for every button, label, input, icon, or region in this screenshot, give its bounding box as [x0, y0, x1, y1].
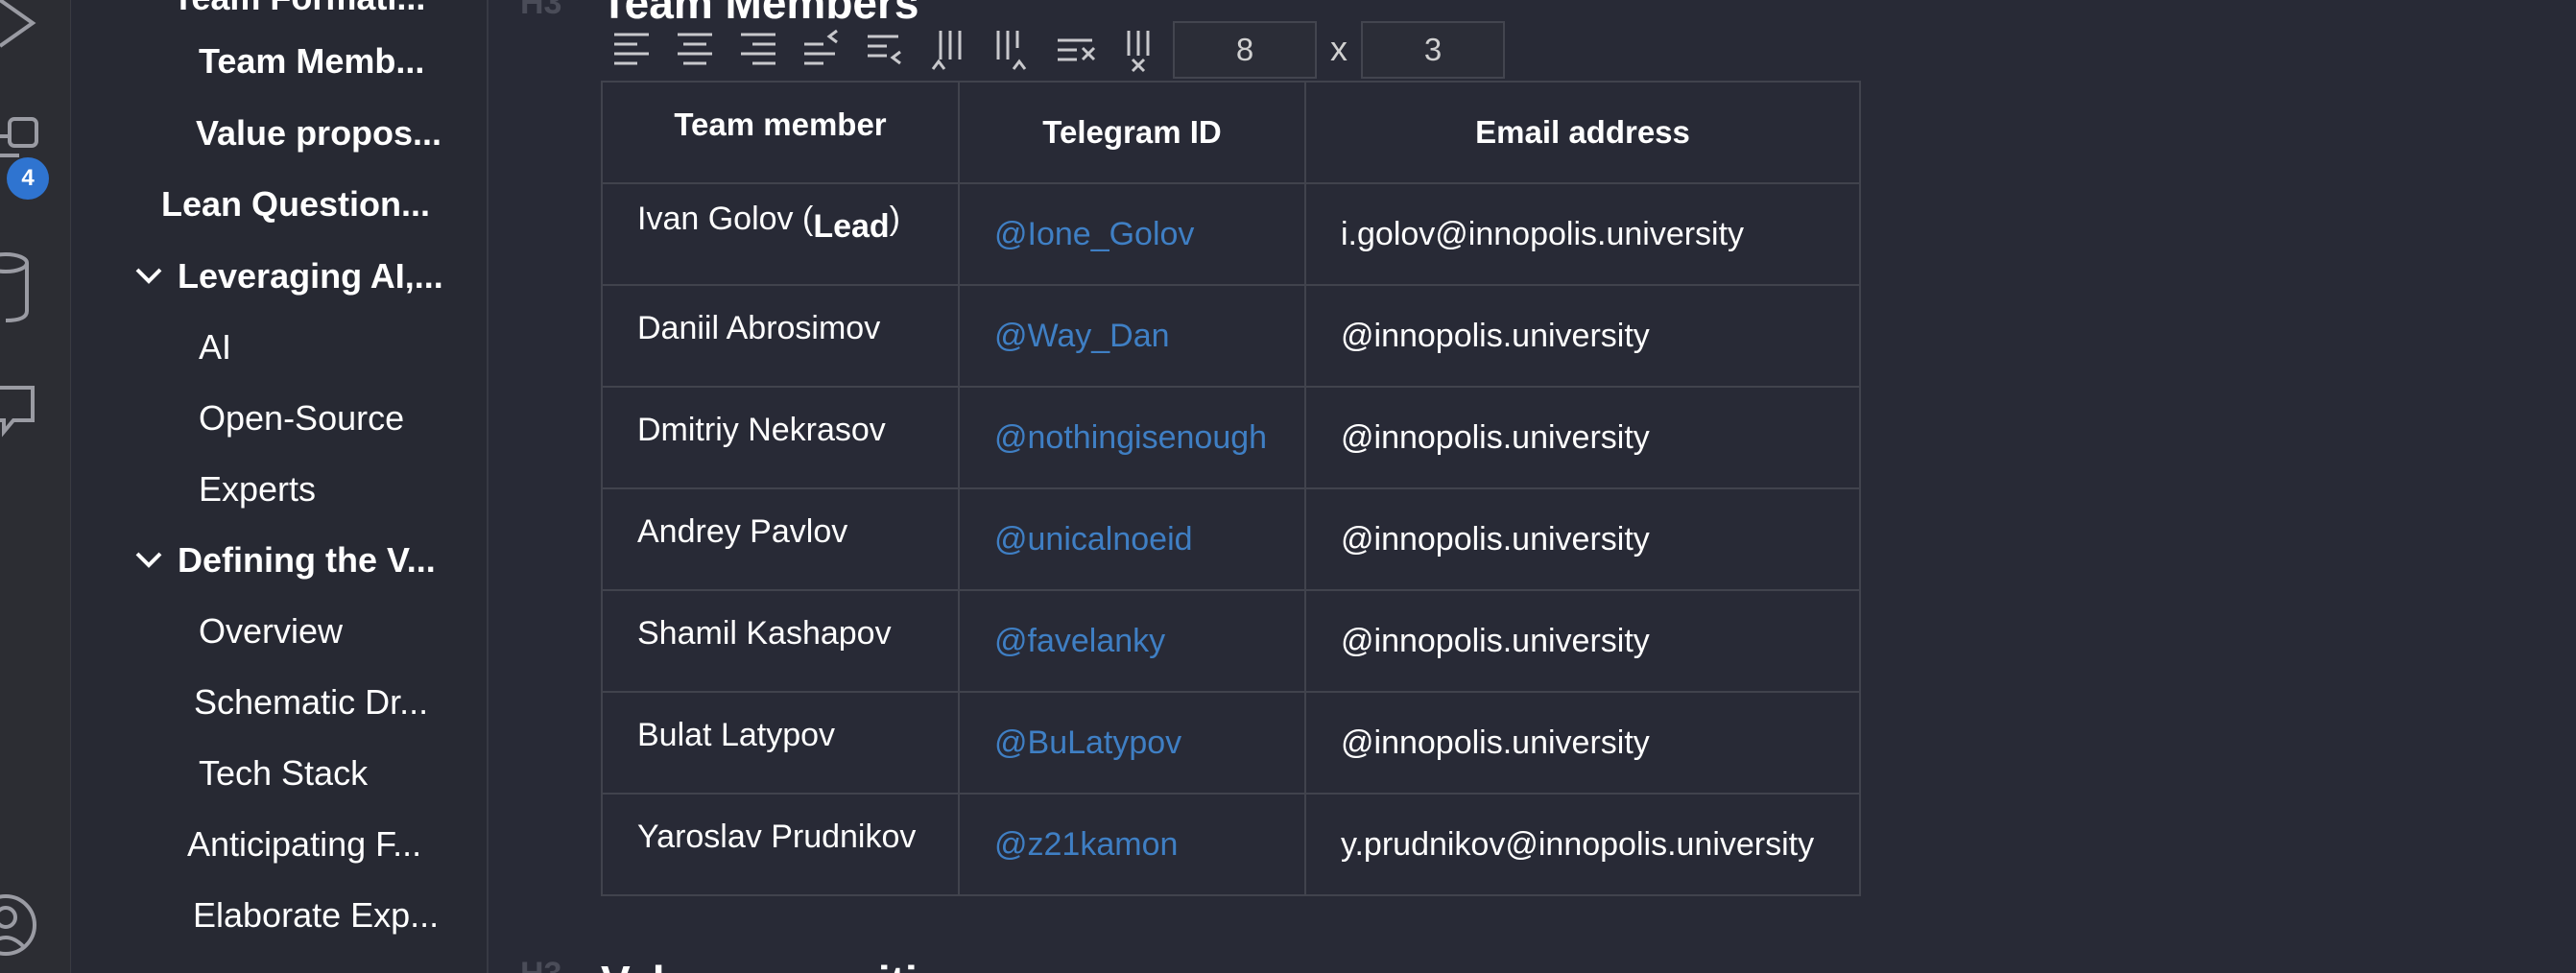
- team-member-cell[interactable]: Yaroslav Prudnikov: [601, 793, 960, 896]
- team-member-cell[interactable]: Daniil Abrosimov: [601, 284, 960, 388]
- outline-item[interactable]: AI: [199, 320, 391, 374]
- app-window: 4 Team Formati... Team Memb... Value pro…: [0, 0, 2576, 973]
- telegram-id-link[interactable]: @nothingisenough: [958, 386, 1306, 489]
- telegram-id-link[interactable]: @Way_Dan: [958, 284, 1306, 388]
- outline-item[interactable]: Open-Source: [199, 392, 487, 445]
- team-table: Team member Telegram ID Email address Iv…: [601, 81, 1861, 896]
- section-heading[interactable]: Team Members: [601, 0, 919, 29]
- insert-row-above-icon[interactable]: [800, 27, 847, 73]
- team-member-cell[interactable]: Bulat Latypov: [601, 691, 960, 795]
- column-header-team-member[interactable]: Team member: [601, 81, 960, 184]
- table-rows-input[interactable]: 8: [1173, 21, 1317, 79]
- outline-item[interactable]: Tech Stack: [199, 747, 487, 800]
- email-cell[interactable]: i.golov@innopolis.university: [1304, 182, 1861, 286]
- outline-item[interactable]: Elaborate Exp...: [193, 889, 487, 942]
- email-cell[interactable]: @innopolis.university: [1304, 284, 1861, 388]
- column-header-telegram-id[interactable]: Telegram ID: [958, 81, 1306, 184]
- chevron-down-icon[interactable]: [134, 265, 163, 293]
- delete-column-icon[interactable]: [1117, 27, 1163, 73]
- table-header-row: Team member Telegram ID Email address: [601, 81, 1861, 184]
- account-icon[interactable]: [0, 890, 58, 960]
- outline-item[interactable]: Team Memb...: [199, 35, 487, 88]
- column-header-email[interactable]: Email address: [1304, 81, 1861, 184]
- insert-row-below-icon[interactable]: [864, 27, 910, 73]
- table-row: Bulat Latypov @BuLatypov @innopolis.univ…: [601, 691, 1861, 795]
- telegram-id-link[interactable]: @Ione_Golov: [958, 182, 1306, 286]
- team-member-cell[interactable]: Ivan Golov (Lead): [601, 182, 960, 286]
- outline-item[interactable]: Leveraging AI,...: [178, 249, 489, 303]
- delete-row-icon[interactable]: [1054, 27, 1100, 73]
- team-member-cell[interactable]: Dmitriy Nekrasov: [601, 386, 960, 489]
- table-cols-input[interactable]: 3: [1361, 21, 1505, 79]
- heading-level-marker: H3: [520, 956, 561, 973]
- heading-level-marker: H3: [520, 0, 562, 21]
- insert-column-left-icon[interactable]: [927, 27, 973, 73]
- insert-column-right-icon[interactable]: [990, 27, 1037, 73]
- extensions-badge: 4: [7, 157, 49, 200]
- align-center-icon[interactable]: [674, 27, 720, 73]
- telegram-id-link[interactable]: @BuLatypov: [958, 691, 1306, 795]
- email-cell[interactable]: @innopolis.university: [1304, 386, 1861, 489]
- run-debug-icon[interactable]: [0, 0, 58, 61]
- activity-bar: 4: [0, 0, 71, 973]
- align-right-icon[interactable]: [737, 27, 783, 73]
- telegram-id-link[interactable]: @z21kamon: [958, 793, 1306, 896]
- table-row: Daniil Abrosimov @Way_Dan @innopolis.uni…: [601, 284, 1861, 388]
- email-cell[interactable]: @innopolis.university: [1304, 589, 1861, 693]
- outline-item[interactable]: Value propos...: [196, 107, 489, 160]
- chevron-down-icon[interactable]: [134, 549, 163, 577]
- table-row: Dmitriy Nekrasov @nothingisenough @innop…: [601, 386, 1861, 489]
- dimension-separator: x: [1330, 29, 1348, 68]
- email-cell[interactable]: @innopolis.university: [1304, 487, 1861, 591]
- email-cell[interactable]: y.prudnikov@innopolis.university: [1304, 793, 1861, 896]
- outline-sidebar: Team Formati... Team Memb... Value propo…: [72, 0, 489, 973]
- outline-item[interactable]: Anticipating F...: [187, 818, 487, 871]
- telegram-id-link[interactable]: @favelanky: [958, 589, 1306, 693]
- outline-item[interactable]: Schematic Dr...: [194, 676, 487, 729]
- table-row: Ivan Golov (Lead) @Ione_Golov i.golov@in…: [601, 182, 1861, 286]
- database-icon[interactable]: [0, 251, 58, 328]
- team-member-cell[interactable]: Shamil Kashapov: [601, 589, 960, 693]
- outline-item[interactable]: Experts: [199, 463, 487, 516]
- outline-item[interactable]: Team Formati...: [173, 0, 489, 25]
- align-left-icon[interactable]: [610, 27, 656, 73]
- comments-icon[interactable]: [0, 382, 58, 449]
- table-row: Shamil Kashapov @favelanky @innopolis.un…: [601, 589, 1861, 693]
- outline-item[interactable]: Lean Question...: [161, 178, 488, 231]
- outline-item[interactable]: Defining the V...: [178, 534, 487, 587]
- email-cell[interactable]: @innopolis.university: [1304, 691, 1861, 795]
- team-member-cell[interactable]: Andrey Pavlov: [601, 487, 960, 591]
- outline-item[interactable]: Overview: [199, 605, 487, 658]
- telegram-id-link[interactable]: @unicalnoeid: [958, 487, 1306, 591]
- table-row: Andrey Pavlov @unicalnoeid @innopolis.un…: [601, 487, 1861, 591]
- table-row: Yaroslav Prudnikov @z21kamon y.prudnikov…: [601, 793, 1861, 896]
- section-heading[interactable]: Value proposition: [601, 956, 971, 973]
